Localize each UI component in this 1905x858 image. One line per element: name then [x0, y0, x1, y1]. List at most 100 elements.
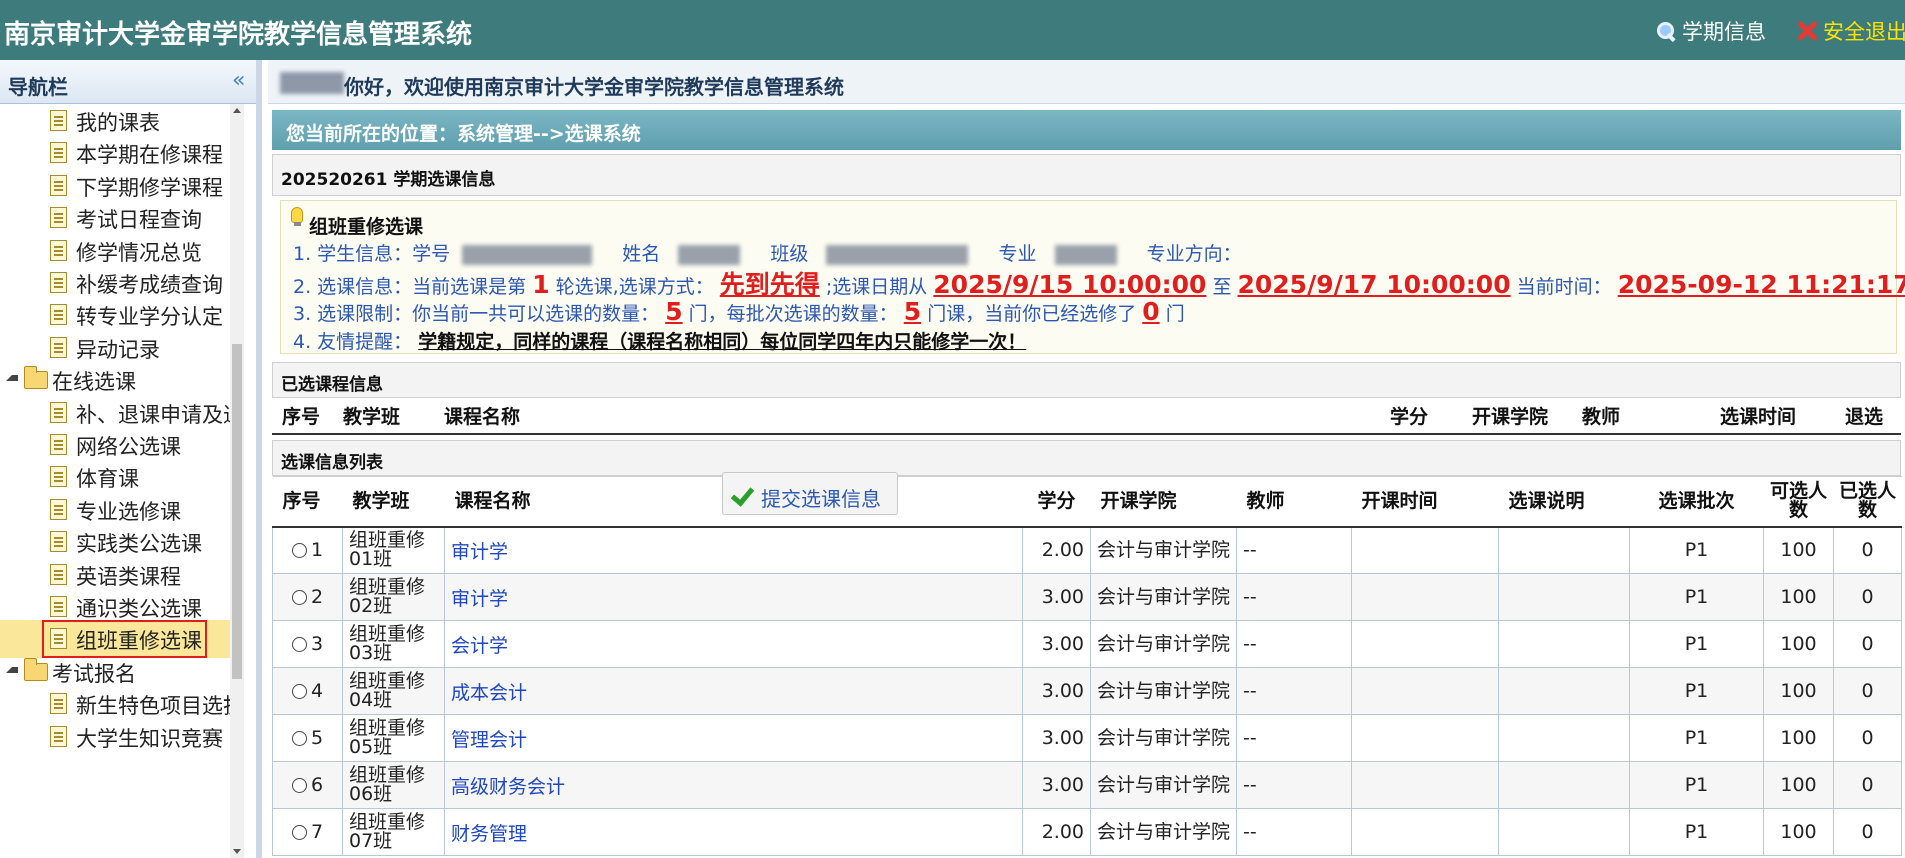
- course-link[interactable]: 会计学: [451, 635, 508, 657]
- sidebar-item-label: 体育课: [76, 467, 139, 491]
- expand-triangle-icon[interactable]: [6, 375, 18, 381]
- sidebar-item-label: 考试报名: [52, 662, 136, 686]
- row-credit: 3.00: [1022, 573, 1091, 621]
- row-capacity: 100: [1763, 808, 1834, 856]
- document-icon: [50, 207, 67, 228]
- row-enrolled: 0: [1833, 526, 1902, 574]
- row-number: 5: [310, 727, 324, 749]
- row-batch: P1: [1629, 714, 1764, 762]
- logout-link[interactable]: 安全退出: [1795, 16, 1905, 46]
- row-note: [1498, 667, 1630, 715]
- sidebar-item-label: 在线选课: [52, 370, 136, 394]
- row-enrolled: 0: [1833, 761, 1902, 809]
- col-time: 开课时间: [1361, 489, 1438, 512]
- select-radio[interactable]: [291, 825, 307, 840]
- selected-panel-header: 已选课程信息: [272, 362, 1901, 398]
- row-teacher: --: [1236, 808, 1352, 856]
- scrollbar-thumb[interactable]: [232, 344, 242, 679]
- table-row: 1 组班重修01班 审计学 2.00 会计与审计学院 -- P1 100 0: [272, 526, 1902, 574]
- row-no: 6: [272, 761, 343, 809]
- row-class: 组班重修03班: [342, 620, 445, 668]
- reminder-line: 4. 友情提醒： 学籍规定，同样的课程（课程名称相同）每位同学四年内只能修学一次…: [293, 327, 1026, 354]
- row-teacher: --: [1236, 667, 1352, 715]
- row-teacher: --: [1236, 573, 1352, 621]
- course-link[interactable]: 高级财务会计: [451, 776, 565, 798]
- course-link[interactable]: 成本会计: [451, 682, 527, 704]
- now-label: 当前时间：: [1516, 276, 1612, 298]
- expand-triangle-icon[interactable]: [6, 667, 18, 673]
- student-id-label: 1. 学生信息：学号: [293, 243, 451, 265]
- select-radio[interactable]: [291, 543, 307, 559]
- row-number: 2: [310, 586, 324, 608]
- col-capacity: 可选人数: [1769, 480, 1827, 522]
- select-radio[interactable]: [291, 731, 307, 746]
- sidebar-item-label: 异动记录: [76, 338, 160, 362]
- term-panel-title: 202520261 学期选课信息: [281, 170, 496, 190]
- term-panel-header: 202520261 学期选课信息: [272, 154, 1901, 196]
- select-radio[interactable]: [291, 778, 307, 793]
- row-credit: 3.00: [1022, 620, 1091, 668]
- col-class: 教学班: [352, 489, 410, 512]
- direction-label: 专业方向：: [1146, 243, 1242, 265]
- taken-value: 0: [1142, 297, 1160, 326]
- folder-icon: [24, 658, 48, 681]
- sidebar-item-label: 考试日程查询: [76, 208, 202, 232]
- row-capacity: 100: [1763, 573, 1834, 621]
- document-icon: [50, 434, 67, 455]
- term-info-link[interactable]: 学期信息: [1655, 16, 1766, 46]
- row-time: [1351, 573, 1499, 621]
- round-value: 1: [532, 270, 550, 299]
- course-link[interactable]: 审计学: [451, 588, 508, 610]
- row-credit: 2.00: [1022, 808, 1091, 856]
- row-number: 7: [310, 821, 324, 843]
- course-link[interactable]: 管理会计: [451, 729, 527, 751]
- col-select-time: 选课时间: [1720, 406, 1797, 428]
- welcome-text: 你好，欢迎使用南京审计大学金审学院教学信息管理系统: [344, 75, 844, 99]
- taken-label: 门课，当前你已经选修了: [927, 303, 1137, 325]
- to-label: 至: [1212, 276, 1232, 298]
- select-radio[interactable]: [291, 590, 307, 605]
- row-course: 会计学: [444, 620, 1023, 668]
- app-title: 南京审计大学金审学院教学信息管理系统: [4, 20, 473, 50]
- scroll-up-icon[interactable]: [233, 108, 241, 113]
- document-icon: [50, 402, 67, 423]
- select-radio[interactable]: [291, 637, 307, 652]
- row-batch: P1: [1629, 808, 1764, 856]
- row-credit: 3.00: [1022, 714, 1091, 762]
- checkmark-icon: [732, 482, 754, 504]
- scroll-down-icon[interactable]: [233, 849, 241, 854]
- row-credit: 3.00: [1022, 667, 1091, 715]
- document-icon: [50, 726, 67, 747]
- selected-courses-table: 序号 教学班 课程名称 学分 开课学院 教师 选课时间 退选: [272, 397, 1901, 435]
- sidebar-item-label: 实践类公选课: [76, 532, 202, 556]
- row-enrolled: 0: [1833, 667, 1902, 715]
- sidebar-item[interactable]: 大学生知识竞赛: [0, 718, 230, 756]
- taken-suffix: 门: [1165, 303, 1185, 325]
- method-label: 轮选课,选课方式：: [555, 276, 714, 298]
- term-info-label: 学期信息: [1682, 20, 1766, 44]
- sidebar-scrollbar[interactable]: [230, 104, 244, 858]
- current-time: 2025-09-12 11:21:17: [1617, 270, 1905, 299]
- row-batch: P1: [1629, 573, 1764, 621]
- selected-panel-title: 已选课程信息: [281, 375, 383, 395]
- row-teacher: --: [1236, 620, 1352, 668]
- row-time: [1351, 667, 1499, 715]
- row-enrolled: 0: [1833, 573, 1902, 621]
- sidebar-item-label: 补缓考成绩查询: [76, 273, 223, 297]
- course-link[interactable]: 财务管理: [451, 823, 527, 845]
- double-chevron-left-icon[interactable]: «: [232, 68, 245, 93]
- select-radio[interactable]: [291, 684, 307, 699]
- row-no: 3: [272, 620, 343, 668]
- course-list-body: 1 组班重修01班 审计学 2.00 会计与审计学院 -- P1 100 0 2 组班重修02班 审计…: [272, 526, 1902, 856]
- sidebar-item-label: 下学期修学课程: [76, 176, 223, 200]
- row-note: [1498, 808, 1630, 856]
- col-course: 课程名称: [444, 406, 521, 428]
- row-course: 财务管理: [444, 808, 1023, 856]
- submit-selection-button[interactable]: 提交选课信息: [722, 472, 898, 515]
- redacted-student-id: [462, 244, 593, 265]
- col-enrolled: 已选人数: [1838, 480, 1896, 522]
- row-course: 审计学: [444, 526, 1023, 574]
- course-link[interactable]: 审计学: [451, 541, 508, 563]
- sidebar-item-label: 专业选修课: [76, 500, 181, 524]
- row-no: 1: [272, 526, 343, 574]
